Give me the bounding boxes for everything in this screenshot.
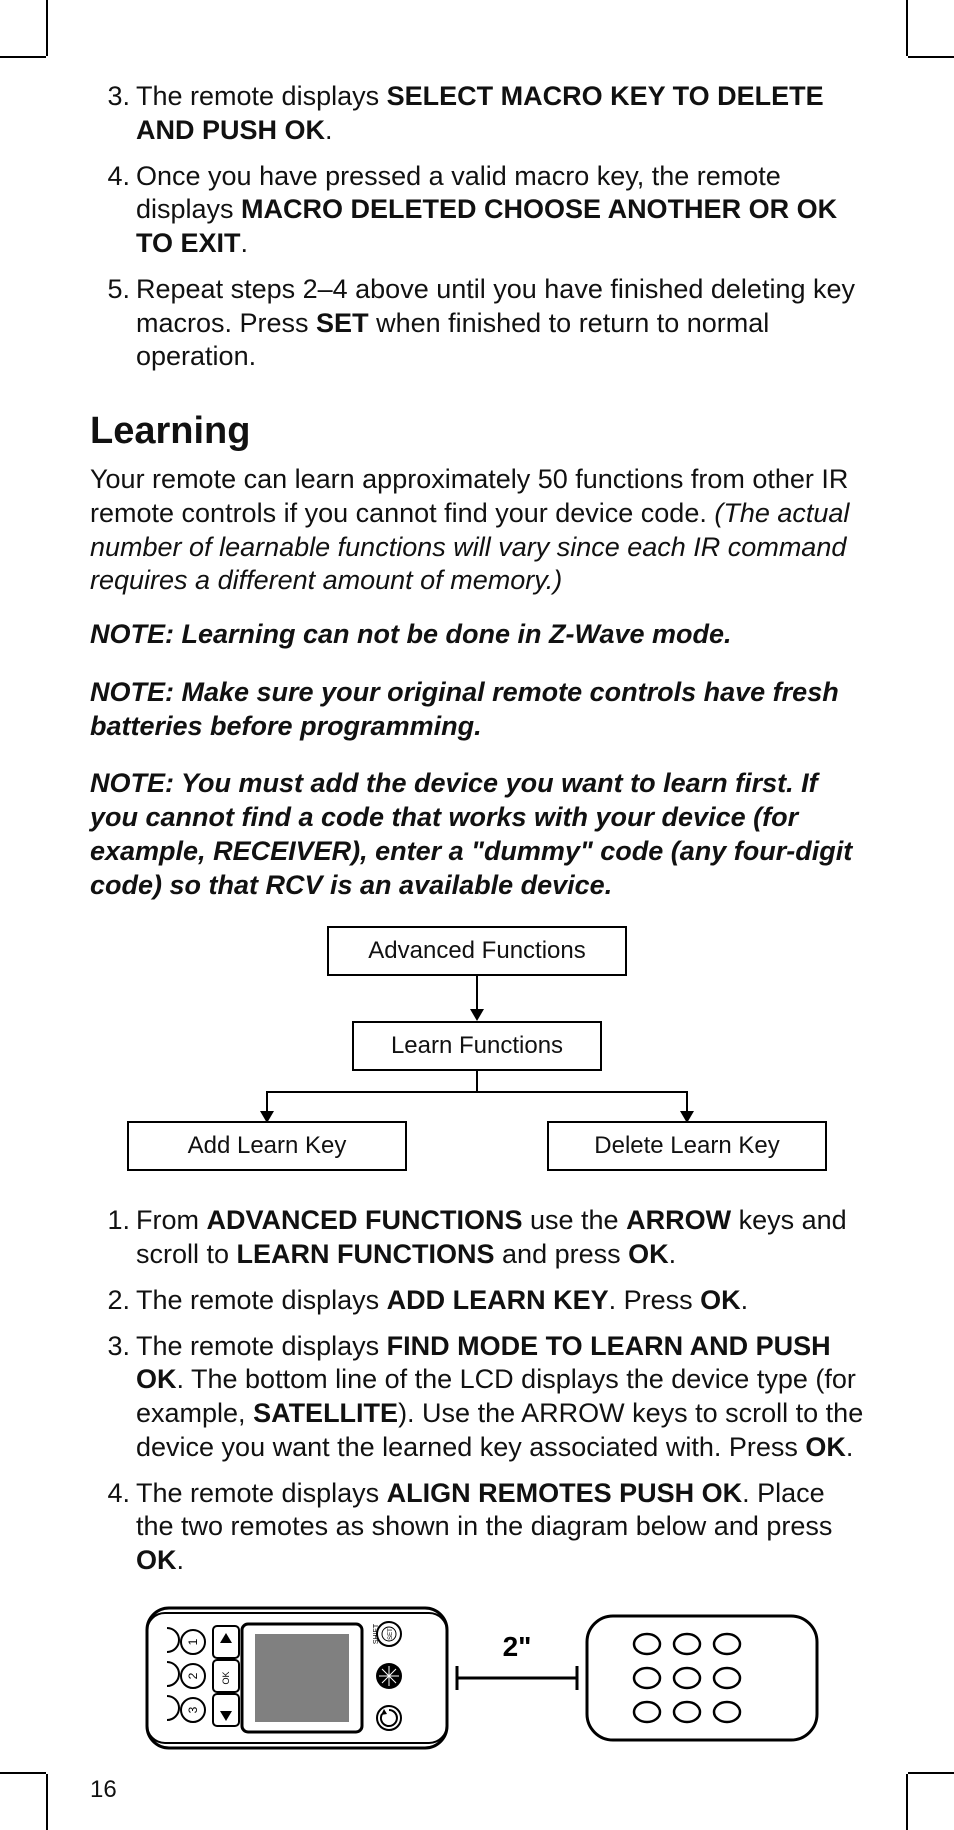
- intro-paragraph: Your remote can learn approximately 50 f…: [90, 463, 864, 598]
- svg-text:OK: OK: [221, 1671, 231, 1684]
- text-bold: OK: [136, 1545, 177, 1575]
- remote-alignment-diagram: OK 1 2 3 SET: [127, 1598, 827, 1758]
- flow-label: Advanced Functions: [368, 937, 585, 965]
- list-text: The remote displays ALIGN REMOTES PUSH O…: [136, 1478, 832, 1576]
- text: . Press: [609, 1285, 701, 1315]
- list-item: 4. Once you have pressed a valid macro k…: [90, 160, 864, 261]
- list-item: 2.The remote displays ADD LEARN KEY. Pre…: [90, 1284, 864, 1318]
- flow-chart: Advanced Functions Learn Functions Add L…: [127, 926, 827, 1176]
- text-bold: ADD LEARN KEY: [387, 1285, 609, 1315]
- flow-node-learn: Learn Functions: [352, 1021, 602, 1071]
- learning-remote-icon: OK 1 2 3 SET: [147, 1608, 447, 1748]
- note-text: NOTE: Learning can not be done in Z-Wave…: [90, 618, 864, 652]
- text: use the: [523, 1205, 627, 1235]
- list-item: 5. Repeat steps 2–4 above until you have…: [90, 273, 864, 374]
- list-number: 1.: [90, 1204, 130, 1238]
- text: and press: [495, 1239, 629, 1269]
- distance-marker: 2": [457, 1631, 577, 1690]
- flow-node-advanced: Advanced Functions: [327, 926, 627, 976]
- list-number: 2.: [90, 1284, 130, 1318]
- note-text: NOTE: You must add the device you want t…: [90, 767, 864, 902]
- crop-mark: [0, 1772, 46, 1774]
- text-bold: ADVANCED FUNCTIONS: [207, 1205, 523, 1235]
- text: .: [325, 115, 333, 145]
- list-text: Repeat steps 2–4 above until you have fi…: [136, 274, 855, 372]
- list-item: 4.The remote displays ALIGN REMOTES PUSH…: [90, 1477, 864, 1578]
- crop-mark: [908, 1772, 954, 1774]
- text: The remote displays: [136, 1331, 387, 1361]
- list-text: Once you have pressed a valid macro key,…: [136, 161, 837, 259]
- text: .: [241, 228, 249, 258]
- steps-list-top: 3. The remote displays SELECT MACRO KEY …: [90, 80, 864, 374]
- text-bold: OK: [628, 1239, 669, 1269]
- text: .: [741, 1285, 749, 1315]
- distance-label: 2": [503, 1631, 532, 1662]
- text: .: [669, 1239, 677, 1269]
- flow-label: Delete Learn Key: [594, 1132, 779, 1160]
- list-text: The remote displays SELECT MACRO KEY TO …: [136, 81, 824, 145]
- text-bold: ARROW: [626, 1205, 731, 1235]
- original-remote-icon: [587, 1616, 817, 1740]
- text-bold: SATELLITE: [253, 1398, 398, 1428]
- steps-list-bottom: 1.From ADVANCED FUNCTIONS use the ARROW …: [90, 1204, 864, 1578]
- crop-mark: [46, 1774, 48, 1830]
- list-text: From ADVANCED FUNCTIONS use the ARROW ke…: [136, 1205, 847, 1269]
- text-bold: LEARN FUNCTIONS: [237, 1239, 495, 1269]
- list-text: The remote displays FIND MODE TO LEARN A…: [136, 1331, 863, 1462]
- svg-text:SET: SET: [388, 1628, 394, 1640]
- text-bold: OK: [700, 1285, 741, 1315]
- flow-node-delete: Delete Learn Key: [547, 1121, 827, 1171]
- list-item: 3. The remote displays SELECT MACRO KEY …: [90, 80, 864, 148]
- svg-text:SHIFT: SHIFT: [373, 1623, 380, 1644]
- list-number: 3.: [90, 1330, 130, 1364]
- text: .: [846, 1432, 854, 1462]
- text: .: [177, 1545, 185, 1575]
- crop-mark: [46, 0, 48, 56]
- crop-mark: [0, 56, 46, 58]
- flow-label: Learn Functions: [391, 1032, 563, 1060]
- text: The remote displays: [136, 1285, 387, 1315]
- list-item: 3.The remote displays FIND MODE TO LEARN…: [90, 1330, 864, 1465]
- list-number: 4.: [90, 1477, 130, 1511]
- section-heading: Learning: [90, 410, 864, 453]
- list-number: 5.: [90, 273, 130, 307]
- text-bold: SET: [316, 308, 369, 338]
- note-text: NOTE: Make sure your original remote con…: [90, 676, 864, 744]
- page-number: 16: [90, 1776, 117, 1804]
- list-number: 3.: [90, 80, 130, 114]
- text: The remote displays: [136, 81, 387, 111]
- text: The remote displays: [136, 1478, 387, 1508]
- list-item: 1.From ADVANCED FUNCTIONS use the ARROW …: [90, 1204, 864, 1272]
- list-number: 4.: [90, 160, 130, 194]
- list-text: The remote displays ADD LEARN KEY. Press…: [136, 1285, 748, 1315]
- flow-node-add: Add Learn Key: [127, 1121, 407, 1171]
- text-bold: ALIGN REMOTES PUSH OK: [387, 1478, 743, 1508]
- crop-mark: [906, 1774, 908, 1830]
- crop-mark: [906, 0, 908, 56]
- crop-mark: [908, 56, 954, 58]
- text-bold: OK: [805, 1432, 846, 1462]
- svg-text:2: 2: [186, 1672, 200, 1679]
- flow-label: Add Learn Key: [188, 1132, 347, 1160]
- text: From: [136, 1205, 207, 1235]
- svg-text:3: 3: [186, 1706, 200, 1713]
- svg-text:1: 1: [186, 1638, 200, 1645]
